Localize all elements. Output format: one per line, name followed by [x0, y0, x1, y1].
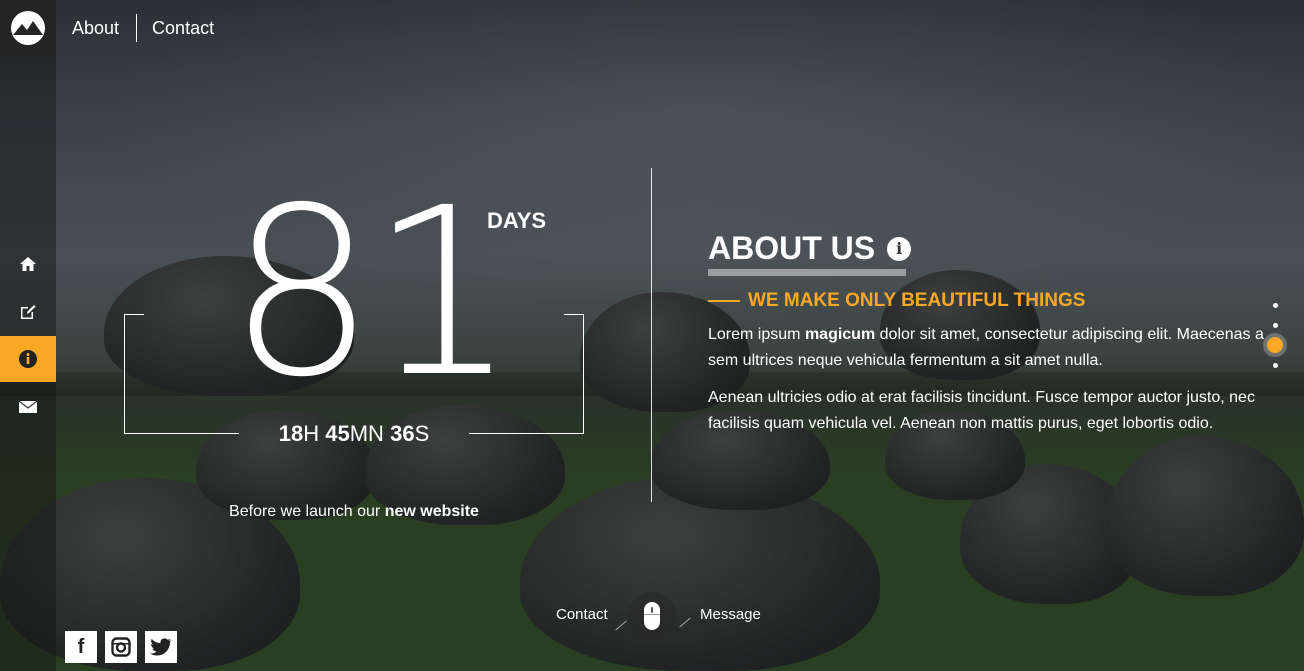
countdown-time: 18H 45MN 36S [238, 421, 470, 447]
twitter-button[interactable] [145, 631, 177, 663]
nav-contact-link[interactable]: Contact [152, 18, 214, 39]
instagram-button[interactable] [105, 631, 137, 663]
countdown-seconds: 36 [390, 421, 415, 446]
nav-about-link[interactable]: About [72, 18, 119, 39]
facebook-icon: f [77, 635, 85, 658]
top-nav: About Contact [72, 14, 214, 42]
section-dot-4[interactable] [1273, 363, 1278, 368]
about-title-text: ABOUT US [708, 230, 876, 266]
countdown-hours: 18 [278, 421, 304, 446]
instagram-icon [111, 637, 131, 657]
vertical-divider [651, 168, 652, 502]
twitter-icon [150, 638, 172, 656]
about-paragraph-2: Aenean ultricies odio at erat facilisis … [708, 389, 1255, 432]
launch-bold: new website [384, 503, 479, 520]
countdown-bracket-right [469, 314, 584, 434]
countdown-minutes-unit: MN [349, 421, 384, 446]
info-icon: i [887, 236, 912, 261]
launch-prefix: Before we launch our [229, 503, 381, 520]
facebook-button[interactable]: f [65, 631, 97, 663]
sidebar [0, 56, 56, 671]
edit-icon [21, 305, 36, 319]
mail-icon [19, 401, 37, 413]
bottom-contact-link[interactable]: Contact [556, 606, 608, 623]
info-icon [19, 350, 37, 368]
countdown-days-value: 81 [228, 158, 517, 428]
mountain-logo-icon [11, 11, 45, 45]
scroll-mouse-button[interactable] [628, 592, 676, 640]
section-dot-2[interactable] [1273, 323, 1278, 328]
logo[interactable] [0, 0, 56, 56]
countdown-seconds-unit: S [414, 421, 430, 446]
section-dot-3-active[interactable] [1267, 337, 1283, 353]
countdown-days-label: DAYS [487, 208, 547, 233]
sidebar-item-home[interactable] [0, 241, 56, 287]
launch-text: Before we launch our new website [200, 503, 508, 521]
countdown-hours-unit: H [303, 421, 320, 446]
sidebar-item-info[interactable] [0, 336, 56, 382]
sidebar-item-mail[interactable] [0, 384, 56, 430]
home-icon [20, 257, 36, 271]
countdown-minutes: 45 [325, 421, 350, 446]
about-paragraph-1: Lorem ipsum magicum dolor sit amet, cons… [708, 326, 1264, 369]
section-dot-1[interactable] [1273, 303, 1278, 308]
countdown-bracket-left [124, 314, 239, 434]
about-tagline-text: WE MAKE ONLY BEAUTIFUL THINGS [748, 290, 1086, 311]
sidebar-item-edit[interactable] [0, 289, 56, 335]
about-underline [708, 269, 906, 276]
about-title: ABOUT US i [708, 230, 912, 267]
about-tagline: WE MAKE ONLY BEAUTIFUL THINGS [708, 290, 1085, 312]
bottom-message-link[interactable]: Message [700, 606, 761, 623]
nav-divider [136, 14, 138, 42]
mouse-icon [644, 602, 660, 630]
